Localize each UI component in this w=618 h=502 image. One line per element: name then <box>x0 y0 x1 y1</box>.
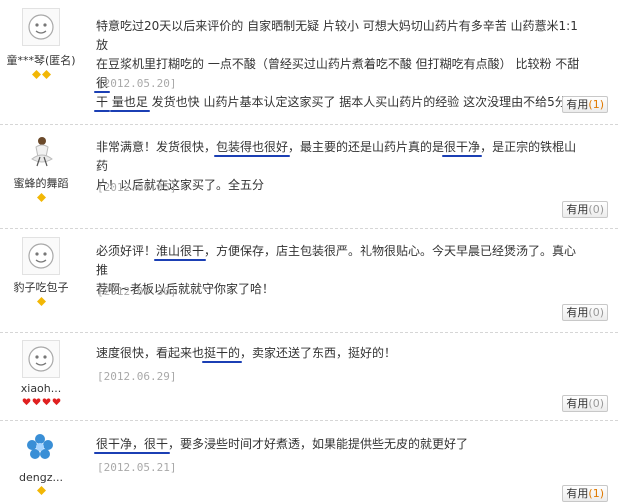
highlight-underline: 包装得也很好 <box>216 140 289 154</box>
review-date: [2012.05.21] <box>97 461 177 474</box>
reviewer-name[interactable]: dengz... <box>0 471 82 484</box>
useful-button[interactable]: 有用(0) <box>562 395 608 412</box>
gold-diamond-icon <box>36 486 46 495</box>
review-date: [2012.05.30] <box>97 285 177 298</box>
red-heart-icon <box>42 398 50 406</box>
review-item: 蜜蜂的舞蹈 非常满意！发货很快，包装得也很好，最主要的还是山药片真的是很干净，是… <box>0 125 618 229</box>
useful-count: (0) <box>588 306 604 319</box>
reviewer-info: 豹子吃包子 <box>0 229 82 307</box>
highlight-underline: 淮山很干 <box>156 244 205 258</box>
gold-diamond-icon <box>36 193 46 202</box>
reviewer-name[interactable]: 蜜蜂的舞蹈 <box>0 175 82 191</box>
review-date: [2012.06.29] <box>97 370 177 383</box>
review-content: 速度很快，看起来也挺干的，卖家还送了东西，挺好的！ <box>96 346 397 360</box>
review-content: 很干净，很干，要多浸些时间才好煮透，如果能提供些无皮的就更好了 <box>96 437 469 451</box>
red-heart-icon <box>22 398 30 406</box>
reviewer-info: 童***琴(匿名) <box>0 0 82 80</box>
reviewer-level <box>0 297 82 307</box>
gold-diamond-icon <box>41 70 51 79</box>
gold-diamond-icon <box>36 297 46 306</box>
useful-count: (0) <box>588 397 604 410</box>
review-date: [2012.06.05] <box>97 181 177 194</box>
default-avatar-icon[interactable] <box>22 340 60 378</box>
review-item: 豹子吃包子 必须好评！淮山很干，方便保存，店主包装很严。礼物很贴心。今天早晨已经… <box>0 229 618 333</box>
useful-button[interactable]: 有用(0) <box>562 304 608 321</box>
highlight-underline: 挺干的 <box>204 346 241 360</box>
review-date: [2012.05.20] <box>97 77 177 90</box>
default-avatar-icon[interactable] <box>22 8 60 46</box>
useful-count: (0) <box>588 203 604 216</box>
reviewer-info: dengz... <box>0 421 82 496</box>
review-item: dengz... 很干净，很干，要多浸些时间才好煮透，如果能提供些无皮的就更好了… <box>0 421 618 502</box>
highlight-underline: 很干净，很干 <box>96 437 169 451</box>
reviewer-level <box>0 70 82 80</box>
review-item: xiaoh... 速度很快，看起来也挺干的，卖家还送了东西，挺好的！ [2012… <box>0 333 618 421</box>
blue-flower-avatar-icon[interactable] <box>22 429 60 467</box>
useful-button[interactable]: 有用(0) <box>562 201 608 218</box>
red-heart-icon <box>32 398 40 406</box>
gold-diamond-icon <box>31 70 41 79</box>
reviewer-name[interactable]: 豹子吃包子 <box>0 279 82 295</box>
highlight-underline: 很干净 <box>444 140 481 154</box>
reviewer-name[interactable]: xiaoh... <box>0 382 82 395</box>
red-heart-icon <box>52 398 60 406</box>
review-content: 特意吃过20天以后来评价的 自家晒制无疑 片较小 可想大妈切山药片有多辛苦 山药… <box>96 19 580 109</box>
reviewer-level <box>0 486 82 496</box>
reviewer-level <box>0 397 82 407</box>
reviewer-info: 蜜蜂的舞蹈 <box>0 125 82 203</box>
highlight-underline: 量也足 <box>111 95 148 109</box>
reviewer-level <box>0 193 82 203</box>
useful-button[interactable]: 有用(1) <box>562 485 608 502</box>
useful-count: (1) <box>588 98 604 111</box>
default-avatar-icon[interactable] <box>22 237 60 275</box>
dancer-avatar-icon[interactable] <box>22 133 60 171</box>
reviewer-info: xiaoh... <box>0 333 82 407</box>
useful-count: (1) <box>588 487 604 500</box>
useful-button[interactable]: 有用(1) <box>562 96 608 113</box>
highlight-underline: 干 <box>96 95 109 109</box>
reviewer-name[interactable]: 童***琴(匿名) <box>0 52 82 68</box>
review-item: 童***琴(匿名) 特意吃过20天以后来评价的 自家晒制无疑 片较小 可想大妈切… <box>0 0 618 125</box>
